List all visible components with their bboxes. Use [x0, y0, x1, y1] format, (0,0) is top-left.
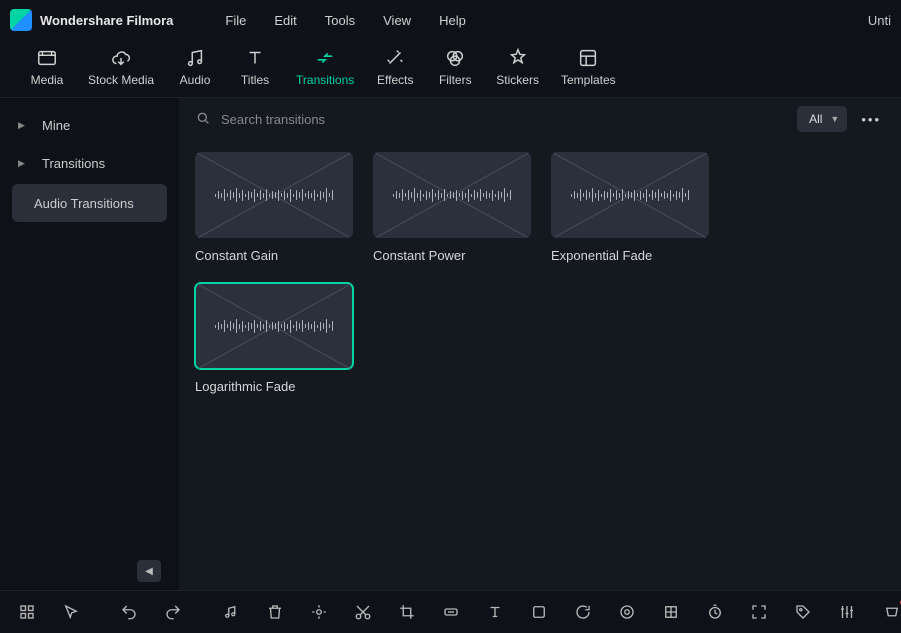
sidebar-item-label: Transitions — [42, 156, 105, 171]
tab-audio[interactable]: Audio — [166, 43, 224, 91]
collapse-sidebar-button[interactable]: ◀ — [137, 560, 161, 582]
search-icon — [195, 110, 211, 129]
text-icon[interactable] — [486, 602, 504, 622]
more-options-button[interactable]: ••• — [857, 108, 885, 131]
transitions-icon — [314, 47, 336, 69]
content-header: All ▼ ••• — [179, 98, 901, 140]
thumbnail — [551, 152, 709, 238]
templates-icon — [577, 47, 599, 69]
titlebar: Wondershare Filmora File Edit Tools View… — [0, 0, 901, 40]
sidebar-item-label: Audio Transitions — [34, 196, 134, 211]
thumbnail — [195, 283, 353, 369]
filter-dropdown[interactable]: All ▼ — [797, 106, 847, 132]
card-exponential-fade[interactable]: Exponential Fade — [551, 152, 709, 263]
chevron-left-icon: ◀ — [145, 566, 153, 577]
caret-right-icon: ▶ — [18, 120, 32, 131]
menu-help[interactable]: Help — [439, 13, 466, 28]
search-input[interactable] — [221, 112, 481, 127]
media-tabs: Media Stock Media Audio Titles Transitio… — [0, 40, 901, 98]
tab-label: Titles — [241, 73, 269, 87]
media-icon — [36, 47, 58, 69]
content-panel: All ▼ ••• Constant Gain Co — [179, 98, 901, 590]
waveform-icon — [215, 319, 334, 333]
cloud-icon — [110, 47, 132, 69]
rotate-icon[interactable] — [574, 602, 592, 622]
tab-label: Audio — [180, 73, 211, 87]
tab-label: Templates — [561, 73, 616, 87]
thumbnail — [195, 152, 353, 238]
waveform-icon — [393, 188, 512, 202]
redo-icon[interactable] — [164, 602, 182, 622]
tab-stock-media[interactable]: Stock Media — [78, 43, 164, 91]
card-logarithmic-fade[interactable]: Logarithmic Fade — [195, 283, 353, 394]
menu-view[interactable]: View — [383, 13, 411, 28]
menu-edit[interactable]: Edit — [274, 13, 296, 28]
card-constant-power[interactable]: Constant Power — [373, 152, 531, 263]
cursor-icon[interactable] — [62, 602, 80, 622]
timeline-toolbar — [0, 590, 901, 633]
app-title: Wondershare Filmora — [40, 13, 173, 28]
tab-label: Effects — [377, 73, 413, 87]
thumbnail — [373, 152, 531, 238]
filters-icon — [444, 47, 466, 69]
card-constant-gain[interactable]: Constant Gain — [195, 152, 353, 263]
tab-label: Media — [31, 73, 64, 87]
filter-label: All — [809, 112, 822, 126]
record-icon[interactable] — [882, 602, 901, 622]
document-title: Unti — [868, 13, 891, 28]
audio-edit-icon[interactable] — [222, 602, 240, 622]
speed-icon[interactable] — [442, 602, 460, 622]
stickers-icon — [507, 47, 529, 69]
crop-icon[interactable] — [398, 602, 416, 622]
card-label: Constant Power — [373, 248, 531, 263]
delete-icon[interactable] — [266, 602, 284, 622]
adjust-icon[interactable] — [838, 602, 856, 622]
sidebar-item-label: Mine — [42, 118, 70, 133]
audio-icon — [184, 47, 206, 69]
waveform-icon — [215, 188, 334, 202]
search — [195, 110, 481, 129]
chevron-down-icon: ▼ — [830, 114, 839, 124]
effects-icon — [384, 47, 406, 69]
tab-effects[interactable]: Effects — [366, 43, 424, 91]
tab-label: Filters — [439, 73, 472, 87]
undo-icon[interactable] — [120, 602, 138, 622]
timer-icon[interactable] — [706, 602, 724, 622]
tab-filters[interactable]: Filters — [426, 43, 484, 91]
menu-file[interactable]: File — [225, 13, 246, 28]
tab-label: Stock Media — [88, 73, 154, 87]
app-logo-icon — [10, 9, 32, 31]
card-label: Logarithmic Fade — [195, 379, 353, 394]
sidebar-item-mine[interactable]: ▶ Mine — [0, 106, 179, 144]
waveform-icon — [571, 188, 690, 202]
caret-right-icon: ▶ — [18, 158, 32, 169]
sidebar: ▶ Mine ▶ Transitions Audio Transitions ◀ — [0, 98, 179, 590]
expand-icon[interactable] — [750, 602, 768, 622]
cut-icon[interactable] — [354, 602, 372, 622]
keyframe-icon[interactable] — [530, 602, 548, 622]
tab-transitions[interactable]: Transitions — [286, 43, 364, 91]
card-label: Exponential Fade — [551, 248, 709, 263]
tab-stickers[interactable]: Stickers — [486, 43, 549, 91]
tab-templates[interactable]: Templates — [551, 43, 626, 91]
workspace: ▶ Mine ▶ Transitions Audio Transitions ◀… — [0, 98, 901, 590]
mask-icon[interactable] — [662, 602, 680, 622]
tab-media[interactable]: Media — [18, 43, 76, 91]
transitions-grid: Constant Gain Constant Power Exponential… — [179, 140, 901, 590]
tab-titles[interactable]: Titles — [226, 43, 284, 91]
tab-label: Stickers — [496, 73, 539, 87]
menu-bar: File Edit Tools View Help — [225, 13, 465, 28]
menu-tools[interactable]: Tools — [325, 13, 355, 28]
marker-icon[interactable] — [310, 602, 328, 622]
tag-icon[interactable] — [794, 602, 812, 622]
grid-view-icon[interactable] — [18, 602, 36, 622]
sidebar-item-audio-transitions[interactable]: Audio Transitions — [12, 184, 167, 222]
color-icon[interactable] — [618, 602, 636, 622]
tab-label: Transitions — [296, 73, 354, 87]
sidebar-item-transitions[interactable]: ▶ Transitions — [0, 144, 179, 182]
titles-icon — [244, 47, 266, 69]
card-label: Constant Gain — [195, 248, 353, 263]
more-icon: ••• — [861, 112, 881, 127]
